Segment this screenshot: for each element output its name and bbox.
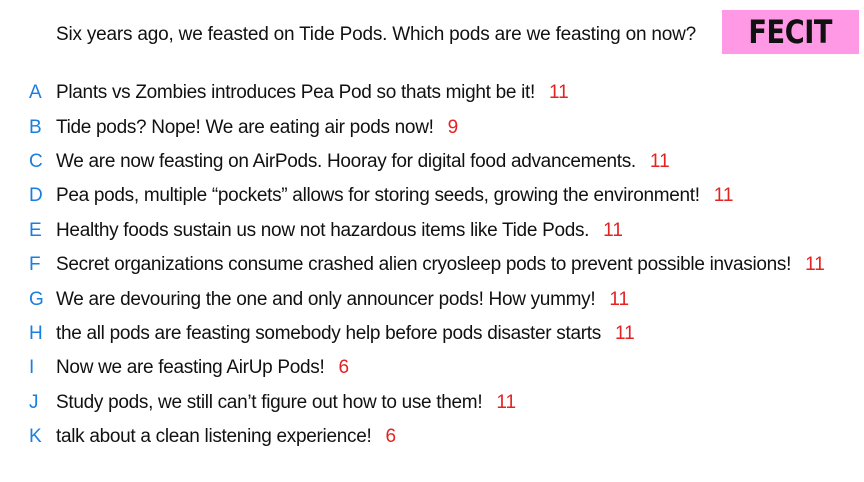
- answer-row: G We are devouring the one and only annou…: [0, 282, 864, 316]
- answer-letter: C: [29, 150, 43, 172]
- answer-letter: F: [29, 254, 41, 276]
- answer-row: I Now we are feasting AirUp Pods! 6: [0, 351, 864, 385]
- answer-text: We are devouring the one and only announ…: [56, 288, 596, 310]
- answer-row: C We are now feasting on AirPods. Hooray …: [0, 145, 864, 179]
- answer-body: talk about a clean listening experience!…: [56, 426, 396, 448]
- answer-body: We are devouring the one and only announ…: [56, 289, 629, 311]
- answer-text: Tide pods? Nope! We are eating air pods …: [56, 116, 434, 138]
- answer-count: 11: [614, 322, 635, 344]
- brand-logo-text: FECIT: [748, 13, 833, 51]
- answer-count: 11: [603, 219, 623, 241]
- answer-letter: I: [29, 357, 35, 379]
- answer-count: 9: [447, 116, 459, 138]
- answer-letter: K: [29, 426, 42, 448]
- answer-text: talk about a clean listening experience!: [56, 426, 372, 448]
- answer-row: D Pea pods, multiple “pockets” allows for…: [0, 179, 864, 213]
- answer-list: A Plants vs Zombies introduces Pea Pod so…: [0, 76, 864, 454]
- answer-letter: A: [29, 82, 42, 104]
- answer-body: Pea pods, multiple “pockets” allows for …: [56, 185, 733, 207]
- answer-body: Tide pods? Nope! We are eating air pods …: [56, 117, 458, 139]
- answer-body: Plants vs Zombies introduces Pea Pod so …: [56, 82, 569, 104]
- answer-count: 11: [548, 82, 569, 104]
- answer-count: 6: [385, 426, 397, 448]
- answer-row: E Healthy foods sustain us now not hazard…: [0, 214, 864, 248]
- answer-body: Secret organizations consume crashed ali…: [56, 254, 825, 276]
- answer-row: Ktalk about a clean listening experience…: [0, 420, 864, 454]
- answer-text: We are now feasting on AirPods. Hooray f…: [56, 150, 636, 172]
- answer-body: Now we are feasting AirUp Pods! 6: [56, 357, 349, 379]
- answer-count: 11: [713, 185, 734, 207]
- answer-text: the all pods are feasting somebody help …: [56, 322, 601, 344]
- answer-letter: G: [29, 288, 44, 310]
- answer-letter: J: [29, 391, 39, 413]
- answer-body: We are now feasting on AirPods. Hooray f…: [56, 151, 670, 173]
- answer-letter: D: [29, 185, 43, 207]
- answer-body: the all pods are feasting somebody help …: [56, 323, 635, 345]
- answer-text: Pea pods, multiple “pockets” allows for …: [56, 185, 700, 207]
- answer-count: 11: [649, 150, 670, 172]
- answer-letter: H: [29, 322, 43, 344]
- question-title: Six years ago, we feasted on Tide Pods. …: [56, 24, 697, 45]
- answer-text: Study pods, we still can’t figure out ho…: [56, 391, 483, 413]
- answer-row: B Tide pods? Nope! We are eating air pods…: [0, 110, 864, 144]
- answer-row: Hthe all pods are feasting somebody help…: [0, 317, 864, 351]
- answer-letter: B: [29, 116, 42, 138]
- answer-row: A Plants vs Zombies introduces Pea Pod so…: [0, 76, 864, 110]
- answer-text: Now we are feasting AirUp Pods!: [56, 357, 325, 379]
- answer-count: 6: [338, 357, 350, 379]
- answer-row: F Secret organizations consume crashed al…: [0, 248, 864, 282]
- answer-row: J Study pods, we still can’t figure out h…: [0, 386, 864, 420]
- answer-count: 11: [496, 391, 517, 413]
- answer-letter: E: [29, 219, 42, 241]
- brand-logo: FECIT: [722, 10, 859, 54]
- answer-text: Plants vs Zombies introduces Pea Pod so …: [56, 82, 535, 104]
- answer-body: Study pods, we still can’t figure out ho…: [56, 392, 516, 414]
- answer-count: 11: [805, 254, 825, 276]
- answer-text: Secret organizations consume crashed ali…: [56, 254, 792, 276]
- answer-count: 11: [609, 288, 630, 310]
- answer-text: Healthy foods sustain us now not hazardo…: [56, 219, 590, 241]
- answer-body: Healthy foods sustain us now not hazardo…: [56, 220, 623, 242]
